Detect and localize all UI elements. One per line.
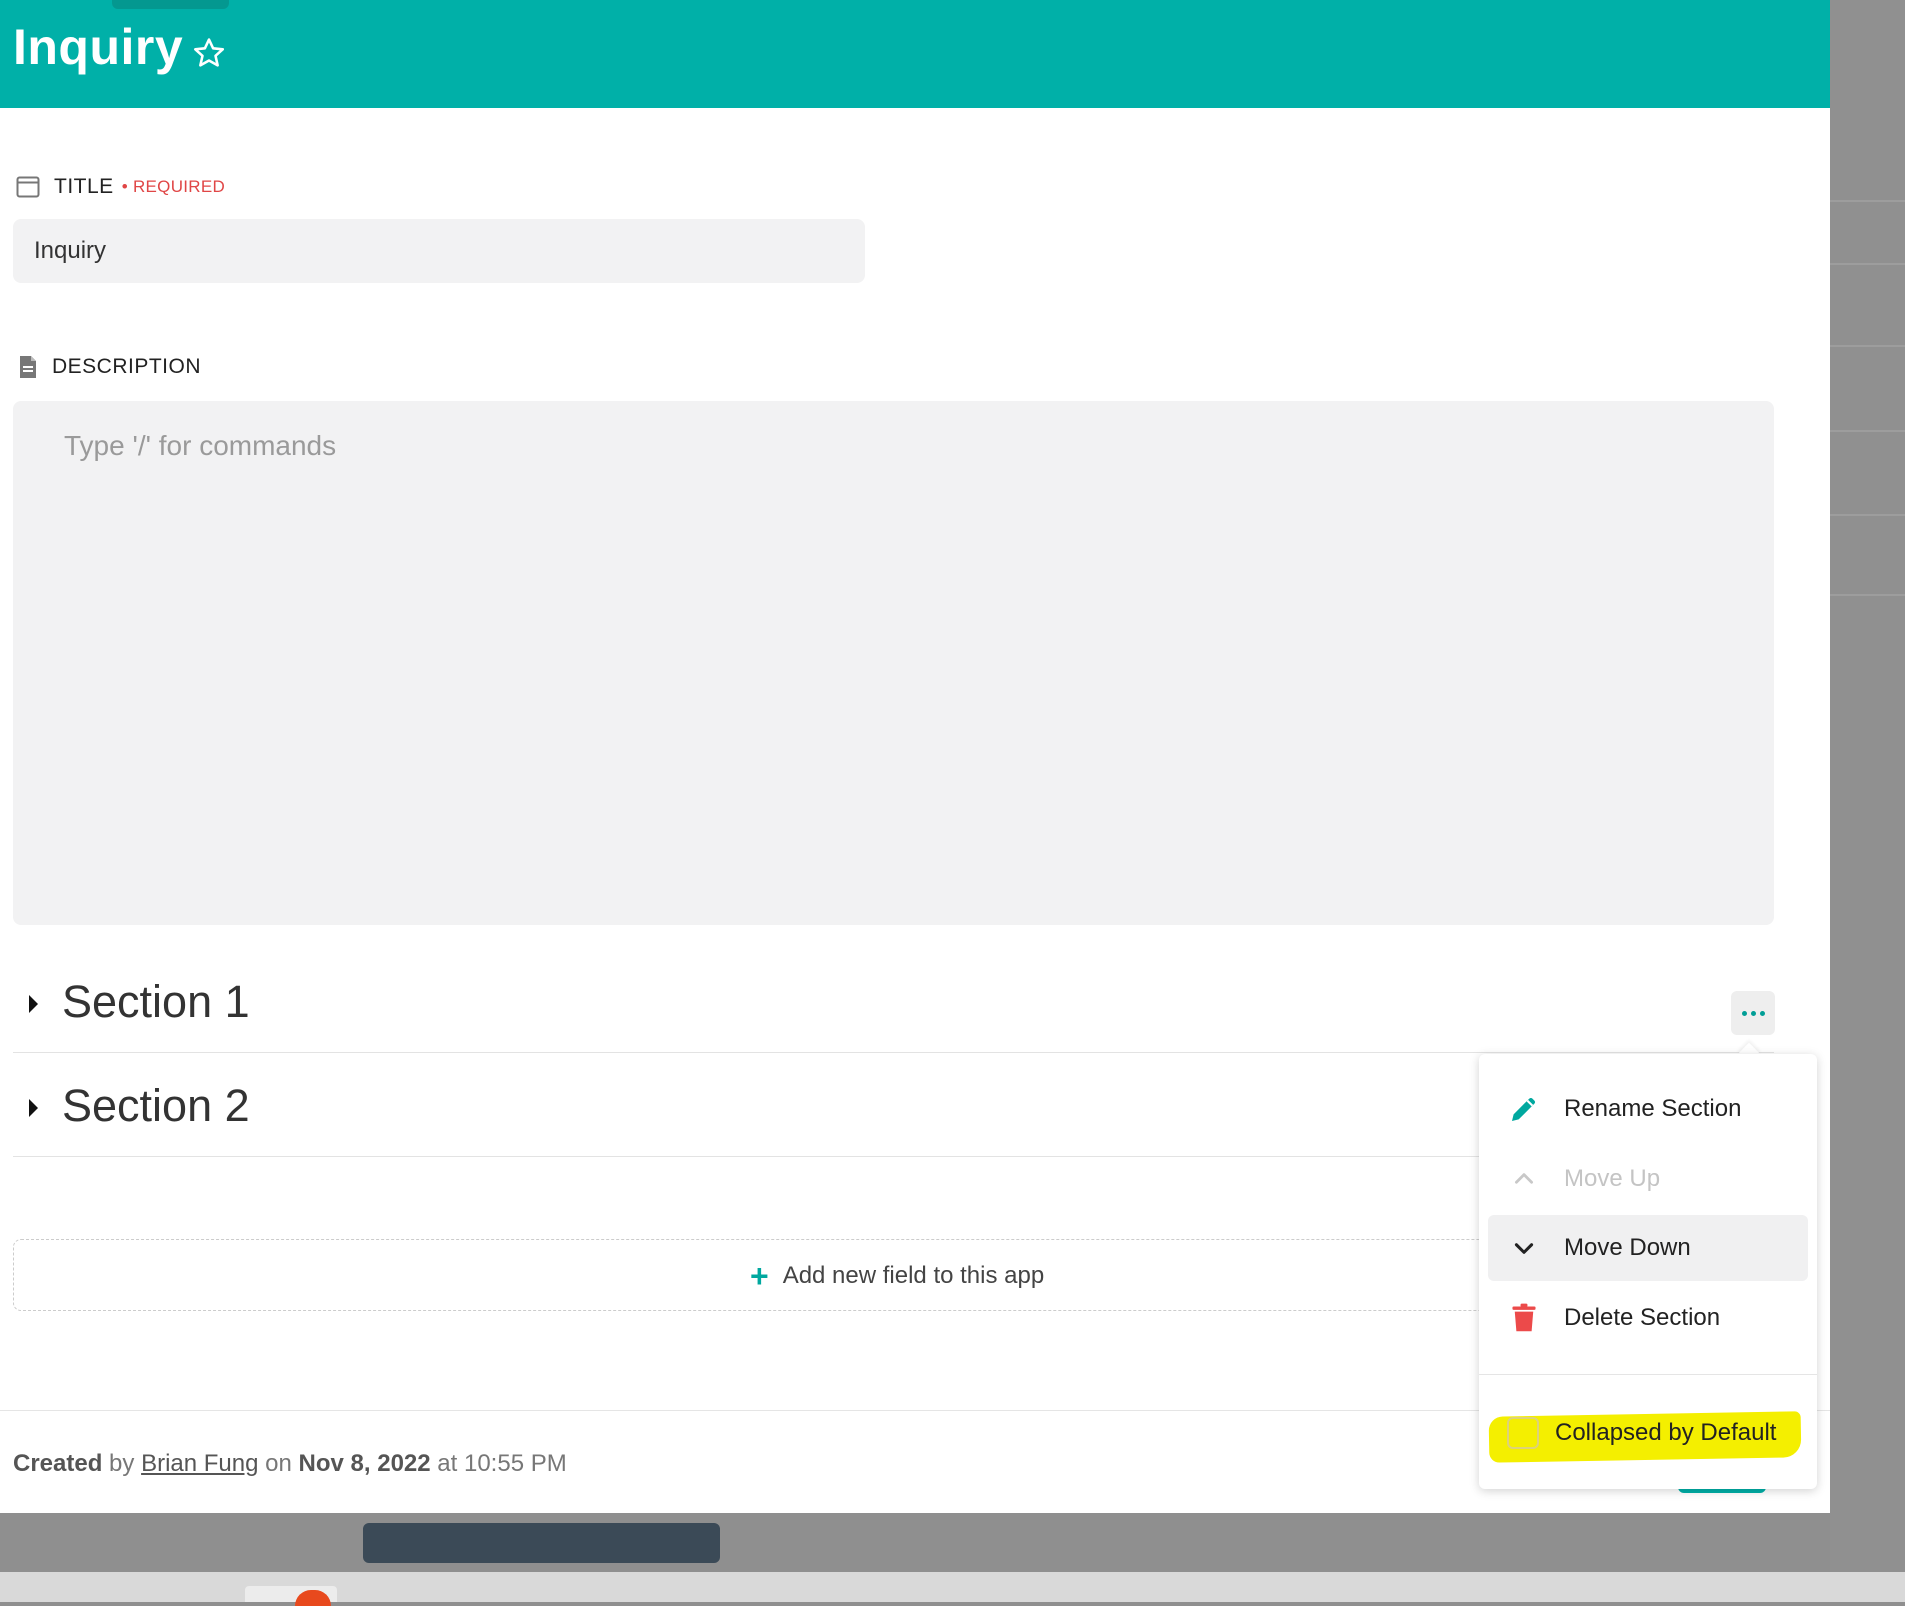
add-field-label: Add new field to this app [782, 1262, 1045, 1289]
by-label: by [109, 1450, 135, 1477]
header-tab-handle[interactable] [112, 0, 229, 9]
author-link[interactable]: Brian Fung [141, 1450, 258, 1477]
plus-icon: + [750, 1258, 769, 1294]
move-up-item[interactable]: Move Up [1488, 1146, 1808, 1212]
chevron-up-icon [1505, 1160, 1543, 1198]
caret-right-icon[interactable] [29, 995, 38, 1013]
page-title: Inquiry [13, 19, 184, 75]
description-label: DESCRIPTION [52, 355, 202, 378]
delete-section-item[interactable]: Delete Section [1488, 1285, 1808, 1351]
on-label: on [265, 1450, 292, 1477]
move-up-label: Move Up [1564, 1165, 1661, 1192]
created-info: Created by Brian Fung on Nov 8, 2022 at … [13, 1450, 567, 1478]
background-divider [1830, 594, 1905, 596]
more-dots-icon [1750, 1010, 1756, 1016]
background-toolbar [363, 1523, 720, 1563]
chevron-down-icon [1505, 1229, 1543, 1267]
section-title: Section 2 [62, 1080, 250, 1131]
title-label: TITLE [54, 175, 114, 198]
section-row[interactable]: Section 1 [13, 948, 1774, 1053]
section-title: Section 1 [62, 976, 250, 1027]
more-dots-icon [1741, 1010, 1747, 1016]
collapsed-checkbox[interactable] [1507, 1417, 1539, 1449]
rename-section-item[interactable]: Rename Section [1488, 1076, 1808, 1142]
created-date: Nov 8, 2022 [298, 1450, 431, 1477]
at-label: at [437, 1450, 458, 1477]
background-panel [1830, 0, 1905, 1572]
star-icon[interactable] [192, 36, 226, 70]
window-icon [16, 176, 40, 198]
collapsed-label: Collapsed by Default [1555, 1419, 1777, 1446]
trash-icon [1505, 1299, 1543, 1337]
caret-right-icon[interactable] [29, 1099, 38, 1117]
title-label-row: TITLE • REQUIRED [16, 175, 225, 199]
move-down-label: Move Down [1564, 1234, 1691, 1261]
required-badge: • REQUIRED [121, 177, 226, 196]
title-input[interactable]: Inquiry [13, 219, 865, 283]
rename-section-label: Rename Section [1564, 1095, 1742, 1122]
created-label: Created [13, 1450, 103, 1477]
document-icon [20, 356, 36, 378]
add-field-content: + Add new field to this app [750, 1258, 1045, 1294]
description-placeholder: Type '/' for commands [64, 430, 337, 461]
menu-divider [1479, 1374, 1817, 1375]
section-more-button[interactable] [1731, 991, 1775, 1035]
delete-section-label: Delete Section [1564, 1304, 1721, 1331]
created-time: 10:55 PM [463, 1450, 567, 1477]
more-dots-icon [1759, 1010, 1765, 1016]
pencil-icon [1505, 1090, 1543, 1128]
background-divider [1830, 200, 1905, 202]
background-divider [1830, 263, 1905, 265]
move-down-item[interactable]: Move Down [1488, 1215, 1808, 1281]
description-editor[interactable]: Type '/' for commands [13, 401, 1774, 925]
modal-header: Inquiry [0, 0, 1830, 108]
background-divider [1830, 345, 1905, 347]
description-label-row: DESCRIPTION [18, 355, 201, 379]
collapsed-by-default-option[interactable]: Collapsed by Default [1507, 1417, 1776, 1449]
background-divider [1830, 514, 1905, 516]
background-divider [1830, 430, 1905, 432]
section-menu: Rename Section Move Up Move Down Delete … [1479, 1054, 1817, 1489]
